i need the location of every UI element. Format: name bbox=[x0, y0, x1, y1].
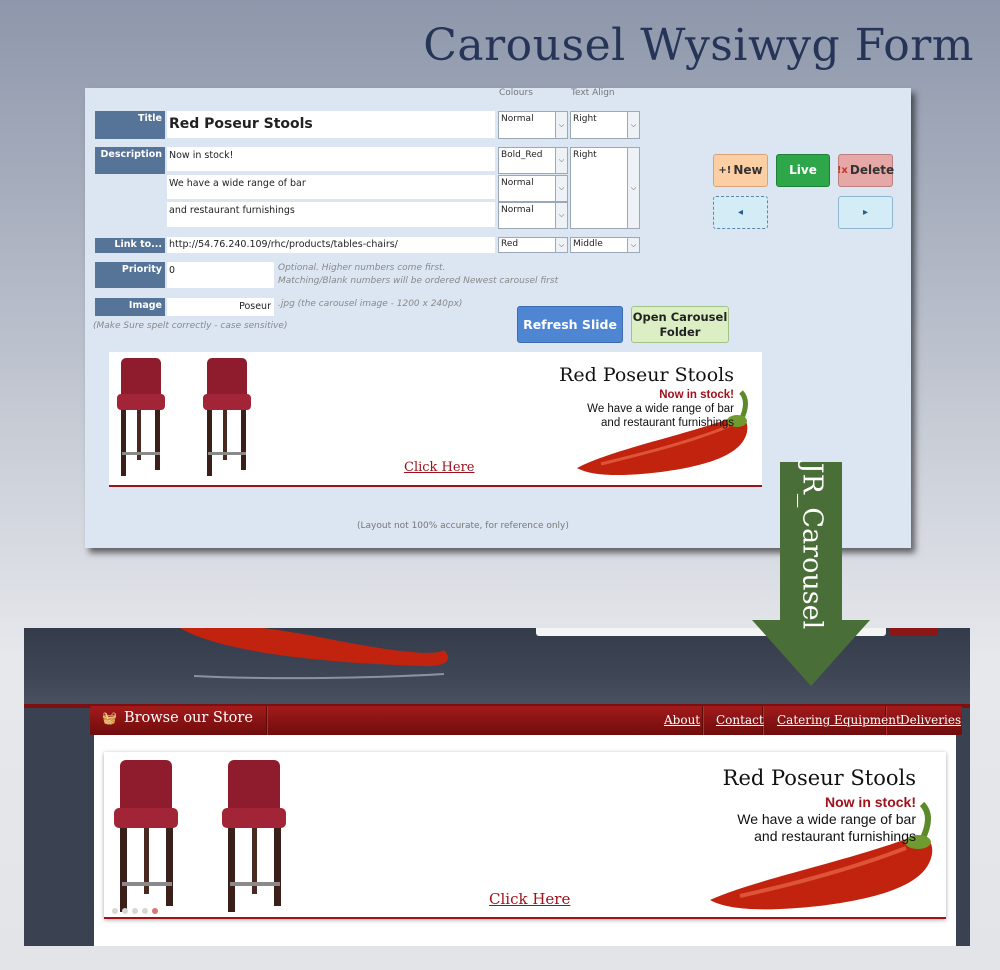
chili-pepper-image bbox=[180, 628, 448, 680]
preview-title: Red Poseur Stools bbox=[559, 364, 734, 386]
page-heading: Carousel Wysiwyg Form bbox=[423, 20, 974, 71]
link-colour-select[interactable]: Red ⌵ bbox=[498, 237, 568, 253]
title-label: Title bbox=[95, 111, 165, 139]
stools-image bbox=[117, 358, 251, 476]
chevron-down-icon: ⌵ bbox=[627, 112, 639, 138]
arrow-label: JR_Carousel bbox=[796, 462, 828, 630]
preview-click-here-link[interactable]: Click Here bbox=[404, 460, 475, 475]
carousel-dot[interactable] bbox=[132, 908, 138, 914]
priority-note-2: Matching/Blank numbers will be ordered N… bbox=[278, 276, 559, 286]
slide-line-1: Now in stock! bbox=[824, 794, 916, 810]
page-content: Red Poseur Stools Now in stock! We have … bbox=[94, 735, 956, 946]
link-align-select[interactable]: Middle ⌵ bbox=[570, 237, 640, 253]
title-field[interactable]: Red Poseur Stools bbox=[167, 111, 495, 138]
image-label: Image bbox=[95, 298, 165, 316]
description-line-1[interactable]: Now in stock! bbox=[167, 147, 495, 171]
preview-line-3: and restaurant furnishings bbox=[601, 417, 734, 429]
nav-link-catering-equipment[interactable]: Catering Equipment bbox=[777, 713, 901, 727]
description-line-3[interactable]: and restaurant furnishings bbox=[167, 202, 495, 227]
nav-divider bbox=[702, 706, 704, 735]
description-colour-select-1[interactable]: Bold_Red ⌵ bbox=[498, 147, 568, 174]
description-colour-select-3[interactable]: Normal ⌵ bbox=[498, 202, 568, 229]
title-align-select[interactable]: Right ⌵ bbox=[570, 111, 640, 139]
open-carousel-folder-button[interactable]: Open Carousel Folder bbox=[631, 306, 729, 343]
chevron-down-icon: ⌵ bbox=[555, 238, 567, 252]
description-align-select[interactable]: Right ⌵ bbox=[570, 147, 640, 229]
slide-preview: Red Poseur Stools Now in stock! We have … bbox=[109, 352, 762, 487]
slide-title: Red Poseur Stools bbox=[722, 766, 916, 790]
carousel-dot[interactable] bbox=[142, 908, 148, 914]
slide-click-here-link[interactable]: Click Here bbox=[489, 890, 570, 908]
previous-slide-button[interactable]: ◂ bbox=[713, 196, 768, 229]
nav-divider bbox=[266, 706, 268, 735]
preview-line-1: Now in stock! bbox=[659, 389, 734, 401]
title-colour-select[interactable]: Normal ⌵ bbox=[498, 111, 568, 139]
layout-disclaimer: (Layout not 100% accurate, for reference… bbox=[357, 521, 569, 531]
preview-line-2: We have a wide range of bar bbox=[587, 403, 734, 415]
carousel-slide: Red Poseur Stools Now in stock! We have … bbox=[104, 752, 946, 919]
chevron-down-icon: ⌵ bbox=[627, 148, 639, 228]
description-colour-select-2[interactable]: Normal ⌵ bbox=[498, 175, 568, 202]
chevron-down-icon: ⌵ bbox=[627, 238, 639, 252]
priority-field[interactable]: 0 bbox=[167, 262, 274, 288]
arrow-left-icon: ◂ bbox=[737, 207, 744, 218]
image-field[interactable]: Poseur bbox=[167, 298, 274, 316]
chevron-down-icon: ⌵ bbox=[555, 203, 567, 228]
carousel-dot[interactable] bbox=[112, 908, 118, 914]
image-note: .jpg (the carousel image - 1200 x 240px) bbox=[278, 299, 463, 309]
priority-note-1: Optional. Higher numbers come first. bbox=[278, 263, 446, 273]
chevron-down-icon: ⌵ bbox=[555, 148, 567, 173]
new-button[interactable]: +! New bbox=[713, 154, 768, 187]
search-button[interactable] bbox=[890, 628, 938, 636]
priority-label: Priority bbox=[95, 262, 165, 288]
description-label: Description bbox=[95, 147, 165, 174]
nav-link-contact[interactable]: Contact bbox=[716, 713, 764, 727]
carousel-dot[interactable] bbox=[152, 908, 158, 914]
next-slide-button[interactable]: ▸ bbox=[838, 196, 893, 229]
colours-header: Colours bbox=[499, 88, 533, 98]
nav-link-about[interactable]: About bbox=[664, 713, 700, 727]
stools-image bbox=[114, 760, 286, 912]
carousel-dot[interactable] bbox=[122, 908, 128, 914]
slide-line-2: We have a wide range of bar bbox=[737, 811, 916, 827]
carousel-dots bbox=[112, 908, 158, 914]
new-record-icon: +! bbox=[718, 165, 732, 176]
main-navbar: 🧺 Browse our Store About Contact Caterin… bbox=[90, 706, 962, 735]
arrow-right-icon: ▸ bbox=[862, 207, 869, 218]
delete-record-icon: !x bbox=[836, 165, 848, 176]
spelling-note: (Make Sure spelt correctly - case sensit… bbox=[93, 321, 288, 331]
browse-store-link[interactable]: 🧺 Browse our Store bbox=[102, 710, 253, 726]
nav-link-deliveries[interactable]: Deliveries bbox=[900, 713, 961, 727]
link-label: Link to... bbox=[95, 238, 165, 253]
text-align-header: Text Align bbox=[571, 88, 615, 98]
basket-icon: 🧺 bbox=[102, 711, 117, 725]
slide-line-3: and restaurant furnishings bbox=[754, 828, 916, 844]
live-button[interactable]: Live bbox=[776, 154, 830, 187]
refresh-slide-button[interactable]: Refresh Slide bbox=[517, 306, 623, 343]
chevron-down-icon: ⌵ bbox=[555, 176, 567, 201]
description-line-2[interactable]: We have a wide range of bar bbox=[167, 175, 495, 199]
delete-button[interactable]: !x Delete bbox=[836, 154, 894, 187]
chevron-down-icon: ⌵ bbox=[555, 112, 567, 138]
link-field[interactable]: http://54.76.240.109/rhc/products/tables… bbox=[167, 237, 495, 253]
